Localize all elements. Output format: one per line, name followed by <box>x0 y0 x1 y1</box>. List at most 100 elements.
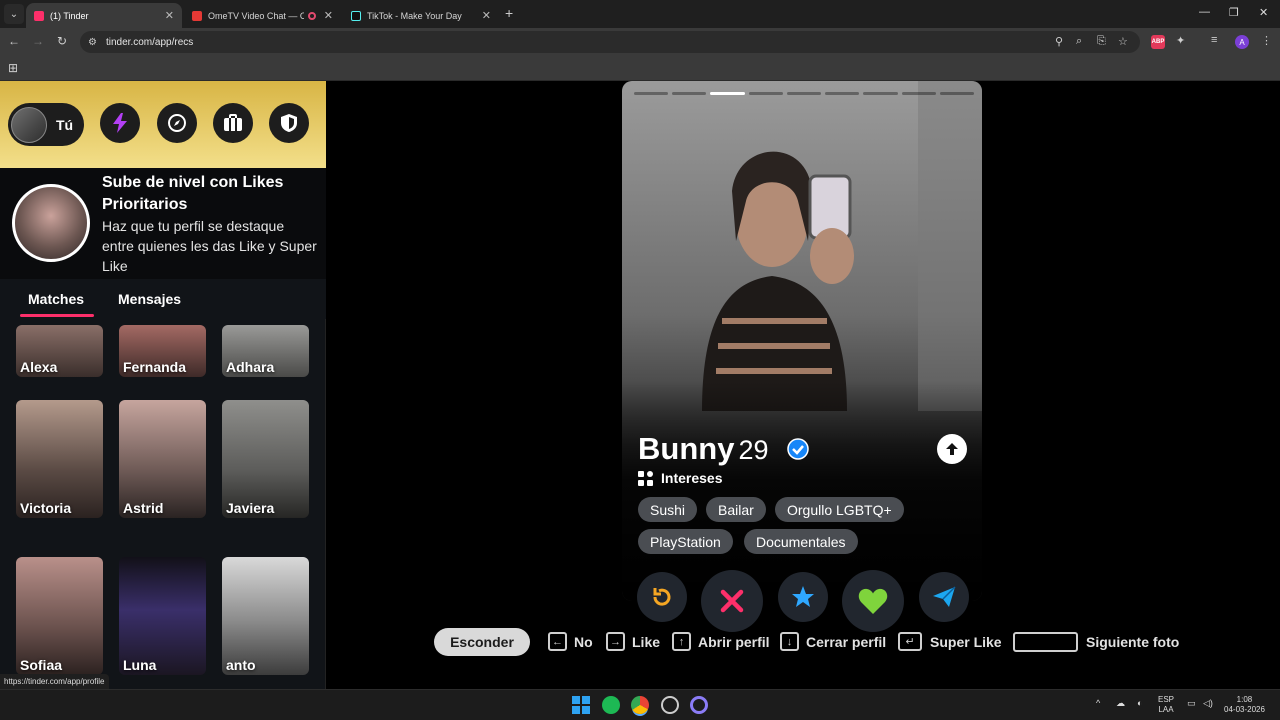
my-profile-label: Tú <box>56 116 74 133</box>
open-profile-button[interactable] <box>937 434 967 464</box>
interest-chip: Bailar <box>706 497 766 522</box>
zoom-icon[interactable]: ⌕ <box>1076 35 1082 48</box>
interest-chip: Documentales <box>744 529 858 554</box>
language-indicator[interactable]: ESP LAA <box>1158 695 1174 715</box>
tab-tinder[interactable]: (1) Tinder ✕ <box>26 3 182 28</box>
windows-start-icon[interactable] <box>572 696 590 714</box>
photo-indicator-active[interactable] <box>710 92 745 95</box>
tab-search-button[interactable]: ⌄ <box>4 4 24 24</box>
hint-close-profile: Cerrar perfil <box>806 634 887 650</box>
link-status-bar: https://tinder.com/app/profile <box>0 674 109 689</box>
minimize-window-icon[interactable]: — <box>1199 6 1210 18</box>
like-button[interactable] <box>842 570 904 632</box>
bookmark-star-icon[interactable]: ☆ <box>1118 35 1128 48</box>
reload-icon[interactable]: ↻ <box>54 34 70 48</box>
forward-icon[interactable]: → <box>30 34 46 48</box>
explore-button[interactable] <box>157 103 197 143</box>
card-gradient <box>622 381 982 601</box>
network-icon[interactable]: ▭ <box>1187 698 1196 709</box>
match-card[interactable]: Fernanda <box>119 325 206 377</box>
install-app-icon[interactable]: ⎘ <box>1097 35 1106 48</box>
work-mode-button[interactable] <box>213 103 253 143</box>
close-tab-icon[interactable]: ✕ <box>482 9 491 22</box>
tray-app-icon[interactable]: ☁ <box>1116 698 1125 709</box>
location-icon[interactable]: ⚲ <box>1055 35 1063 48</box>
tray-overflow-icon[interactable]: ^ <box>1096 698 1100 708</box>
tiktok-favicon-icon <box>351 10 361 21</box>
left-arrow-key-icon: ← <box>548 632 567 651</box>
match-card[interactable]: Astrid <box>119 400 206 518</box>
close-tab-icon[interactable]: ✕ <box>324 9 333 22</box>
media-controls-icon[interactable]: ≡ <box>1211 34 1217 46</box>
hint-super-like: Super Like <box>930 634 1002 650</box>
boost-button[interactable] <box>100 103 140 143</box>
profile-card[interactable]: Bunny 29 Intereses Sushi Bailar Orgullo L… <box>622 81 982 601</box>
match-card[interactable]: anto <box>222 557 309 675</box>
extensions-icon[interactable]: ✦ <box>1176 34 1185 47</box>
nope-button[interactable] <box>701 570 763 632</box>
my-profile-button[interactable]: Tú <box>8 103 84 146</box>
bookmarks-bar: ⊞ <box>0 56 1280 81</box>
tab-messages[interactable]: Mensajes <box>118 291 181 307</box>
profile-age: 29 <box>738 435 769 465</box>
steam-icon[interactable] <box>661 696 679 714</box>
app-circle-icon[interactable] <box>690 696 708 714</box>
profile-avatar[interactable]: A <box>1235 35 1249 49</box>
rewind-button[interactable] <box>637 572 687 622</box>
promo-avatar <box>12 184 90 262</box>
photo-indicator[interactable] <box>939 92 974 95</box>
volume-icon[interactable]: ◁) <box>1203 698 1213 709</box>
briefcase-icon <box>224 114 242 131</box>
adblock-extension-icon[interactable]: ABP <box>1151 35 1165 49</box>
photo-indicator[interactable] <box>634 92 669 95</box>
browser-tab-strip: ⌄ (1) Tinder ✕ OmeTV Video Chat — Ome ✕ … <box>0 0 1280 28</box>
match-card[interactable]: Adhara <box>222 325 309 377</box>
interests-header: Intereses <box>638 470 722 486</box>
photo-indicator[interactable] <box>863 92 898 95</box>
keyboard-layout: LAA <box>1158 705 1174 714</box>
match-card[interactable]: Javiera <box>222 400 309 518</box>
url-text[interactable]: tinder.com/app/recs <box>106 37 193 48</box>
promo-text: Haz que tu perfil se destaque entre quie… <box>102 218 317 274</box>
chrome-icon[interactable] <box>631 696 649 714</box>
close-window-icon[interactable]: ✕ <box>1259 6 1268 19</box>
photo-indicator[interactable] <box>825 92 860 95</box>
tray-app-icon[interactable]: ◐ <box>1137 698 1142 708</box>
address-bar[interactable]: ⚙ tinder.com/app/recs ⚲ ⌕ ⎘ ☆ <box>80 31 1140 53</box>
match-card[interactable]: Victoria <box>16 400 103 518</box>
match-name: Alexa <box>20 359 58 375</box>
spotify-icon[interactable] <box>602 696 620 714</box>
lightning-icon <box>113 113 127 133</box>
priority-likes-promo[interactable]: Sube de nivel con Likes Prioritarios Haz… <box>0 168 326 279</box>
sidebar-tabs: Matches Mensajes <box>0 279 326 319</box>
clock[interactable]: 1:08 04-03-2026 <box>1224 695 1265 715</box>
site-info-icon[interactable]: ⚙ <box>88 37 102 48</box>
tab-tiktok[interactable]: TikTok - Make Your Day ✕ <box>343 3 499 28</box>
match-name: Victoria <box>20 500 72 516</box>
boost-send-button[interactable] <box>919 572 969 622</box>
tab-matches[interactable]: Matches <box>28 291 84 307</box>
photo-indicator[interactable] <box>748 92 783 95</box>
safety-button[interactable] <box>269 103 309 143</box>
close-tab-icon[interactable]: ✕ <box>165 9 174 22</box>
tab-ometv[interactable]: OmeTV Video Chat — Ome ✕ <box>184 3 341 28</box>
space-key-icon <box>1013 632 1078 652</box>
match-name: Luna <box>123 657 157 673</box>
match-card[interactable]: Alexa <box>16 325 103 377</box>
clock-time: 1:08 <box>1236 695 1253 704</box>
hide-hints-button[interactable]: Esconder <box>434 628 530 656</box>
more-menu-icon[interactable]: ⋮ <box>1261 34 1272 47</box>
back-icon[interactable]: ← <box>6 34 22 48</box>
restore-window-icon[interactable]: ❐ <box>1229 6 1239 19</box>
match-card[interactable]: Luna <box>119 557 206 675</box>
shield-icon <box>281 114 297 132</box>
apps-grid-icon[interactable]: ⊞ <box>8 61 18 75</box>
super-like-button[interactable] <box>778 572 828 622</box>
promo-title: Sube de nivel con Likes Prioritarios <box>102 174 284 213</box>
match-card[interactable]: Sofiaa <box>16 557 103 675</box>
photo-indicator[interactable] <box>786 92 822 95</box>
tab-title: OmeTV Video Chat — Ome <box>208 10 304 21</box>
photo-indicator[interactable] <box>901 92 936 95</box>
photo-indicator[interactable] <box>672 92 707 95</box>
new-tab-button[interactable]: + <box>505 5 513 21</box>
